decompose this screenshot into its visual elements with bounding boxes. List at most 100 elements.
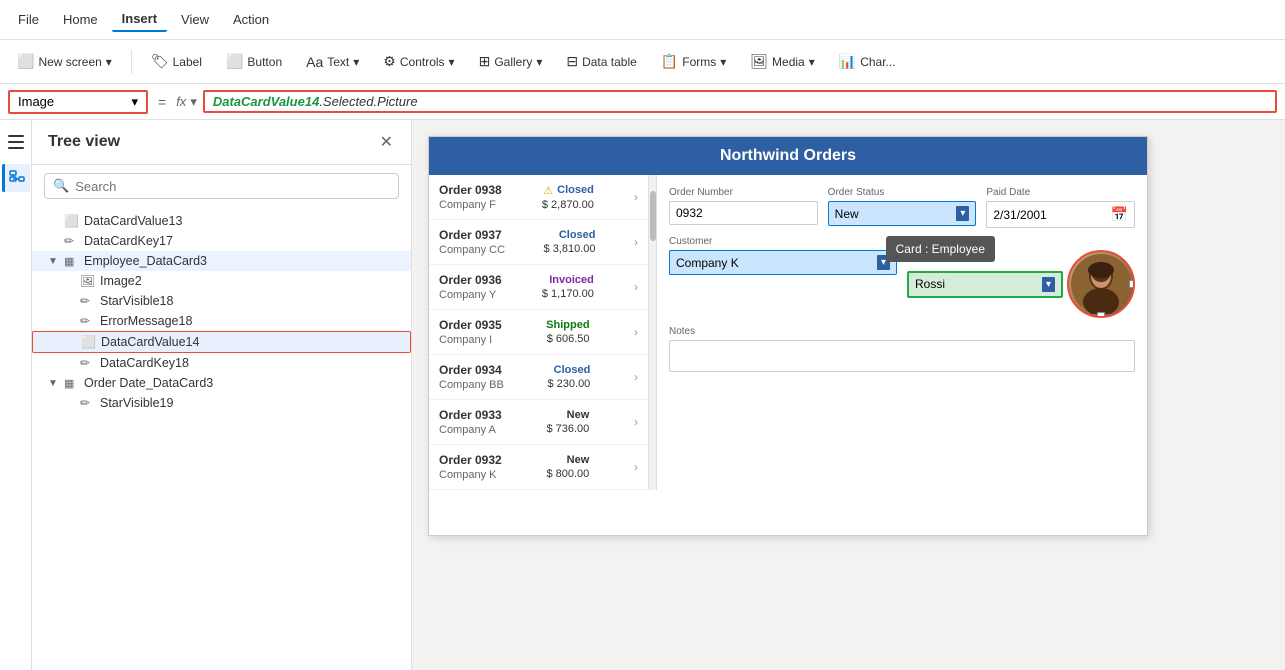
order-item-0934[interactable]: Order 0934 Company BB Closed $ 230.00 › <box>429 355 648 400</box>
gallery-button[interactable]: ⊞ Gallery ▾ <box>470 48 552 75</box>
text-icon: Aa <box>306 54 323 70</box>
scrollbar-thumb <box>650 191 656 241</box>
property-selector[interactable]: Image ▾ <box>8 90 148 114</box>
formula-part2: .Selected.Picture <box>319 94 417 109</box>
media-button[interactable]: 🖼 Media ▾ <box>741 48 824 75</box>
customer-field: Customer Company K ▾ <box>669 236 897 318</box>
text-button[interactable]: Aa Text ▾ <box>297 49 368 75</box>
selection-handle-bm <box>1097 312 1105 318</box>
order-status-select[interactable]: New ▾ <box>828 201 977 226</box>
image2-icon: 🖼 <box>80 274 96 288</box>
controls-icon: ⚙ <box>383 53 396 70</box>
menu-action[interactable]: Action <box>223 8 279 31</box>
employee-datacard3-label: Employee_DataCard3 <box>84 254 207 268</box>
chart-icon: 📊 <box>839 53 856 70</box>
menu-home[interactable]: Home <box>53 8 108 31</box>
gallery-icon: ⊞ <box>479 53 491 70</box>
tree-search-container: 🔍 <box>44 173 399 199</box>
tree-view-title: Tree view <box>48 133 120 151</box>
tree-search-input[interactable] <box>75 179 390 194</box>
data-table-button[interactable]: ⊟ Data table <box>557 48 645 75</box>
tree-close-button[interactable]: ✕ <box>378 130 395 154</box>
chevron-icon: › <box>634 325 638 339</box>
chart-button[interactable]: 📊 Char... <box>830 48 905 75</box>
app-body: Order 0938 Company F ⚠ Closed $ 2,870.00… <box>429 175 1147 490</box>
employee-select[interactable]: Rossi ▾ <box>907 271 1063 298</box>
list-scrollbar[interactable] <box>649 175 657 490</box>
menu-view[interactable]: View <box>171 8 219 31</box>
paid-date-input[interactable]: 2/31/2001 📅 <box>986 201 1135 228</box>
tree-content: ⬜ DataCardValue13 ✏ DataCardKey17 ▼ ▦ Em… <box>32 207 411 670</box>
employee-datacard3-icon: ▦ <box>64 255 80 268</box>
chevron-down-icon-controls: ▾ <box>449 55 455 69</box>
app-title: Northwind Orders <box>429 137 1147 175</box>
selection-handle-tr <box>1129 250 1135 256</box>
employee-tooltip: Card : Employee <box>886 236 995 262</box>
datacardvalue13-icon: ⬜ <box>64 214 80 228</box>
warning-icon: ⚠ <box>543 184 553 197</box>
starvisible18-icon: ✏ <box>80 294 96 308</box>
chevron-down-icon-gallery: ▾ <box>536 55 542 69</box>
toolbar-separator-1 <box>131 50 132 74</box>
notes-field: Notes <box>669 326 1135 372</box>
chevron-icon: › <box>634 280 638 294</box>
order-item-0935[interactable]: Order 0935 Company I Shipped $ 606.50 › <box>429 310 648 355</box>
orders-list: Order 0938 Company F ⚠ Closed $ 2,870.00… <box>429 175 649 490</box>
tree-view-button[interactable] <box>2 164 30 192</box>
orderdate-datacard3-icon: ▦ <box>64 377 80 390</box>
paid-date-label: Paid Date <box>986 187 1135 198</box>
formula-expression[interactable]: DataCardValue14.Selected.Picture <box>203 90 1277 113</box>
tree-item-errormessage18[interactable]: ✏ ErrorMessage18 <box>32 311 411 331</box>
formula-bar: Image ▾ = fx ▾ DataCardValue14.Selected.… <box>0 84 1285 120</box>
equals-sign: = <box>154 94 170 110</box>
selection-handle-mr <box>1129 280 1135 288</box>
datacardvalue13-label: DataCardValue13 <box>84 214 182 228</box>
errormessage18-icon: ✏ <box>80 314 96 328</box>
expand-icon: ▼ <box>48 256 60 267</box>
chevron-icon: › <box>634 190 638 204</box>
chevron-down-icon-forms: ▾ <box>720 55 726 69</box>
employee-photo <box>1067 250 1135 318</box>
hamburger-menu-button[interactable] <box>2 128 30 156</box>
tree-item-image2[interactable]: 🖼 Image2 <box>32 271 411 291</box>
order-number-input[interactable]: 0932 <box>669 201 818 225</box>
tree-item-datacardvalue13[interactable]: ⬜ DataCardValue13 <box>32 211 411 231</box>
forms-button[interactable]: 📋 Forms ▾ <box>652 48 735 75</box>
chevron-icon: › <box>634 370 638 384</box>
order-item-0936[interactable]: Order 0936 Company Y Invoiced $ 1,170.00… <box>429 265 648 310</box>
chevron-down-icon-status: ▾ <box>956 206 969 221</box>
notes-input[interactable] <box>669 340 1135 372</box>
controls-button[interactable]: ⚙ Controls ▾ <box>374 48 463 75</box>
expand-icon-order: ▼ <box>48 378 60 389</box>
errormessage18-label: ErrorMessage18 <box>100 314 192 328</box>
tree-item-orderdate-datacard3[interactable]: ▼ ▦ Order Date_DataCard3 <box>32 373 411 393</box>
datacardvalue14-icon: ⬜ <box>81 335 97 349</box>
tree-item-starvisible19[interactable]: ✏ StarVisible19 <box>32 393 411 413</box>
calendar-icon: 📅 <box>1111 206 1128 223</box>
button-button[interactable]: ⬜ Button <box>217 48 291 75</box>
tree-item-employee-datacard3[interactable]: ▼ ▦ Employee_DataCard3 <box>32 251 411 271</box>
customer-select[interactable]: Company K ▾ <box>669 250 897 275</box>
search-icon: 🔍 <box>53 178 69 194</box>
label-button[interactable]: 🏷 Label <box>142 48 211 75</box>
starvisible19-label: StarVisible19 <box>100 396 173 410</box>
order-item-0937[interactable]: Order 0937 Company CC Closed $ 3,810.00 … <box>429 220 648 265</box>
chevron-down-icon-employee: ▾ <box>1042 277 1055 292</box>
canvas-area: Northwind Orders Order 0938 Company F ⚠ <box>412 120 1285 670</box>
detail-panel: Order Number 0932 Order Status New ▾ Pai… <box>657 175 1147 490</box>
datacardkey17-label: DataCardKey17 <box>84 234 173 248</box>
order-item-0933[interactable]: Order 0933 Company A New $ 736.00 › <box>429 400 648 445</box>
menu-file[interactable]: File <box>8 8 49 31</box>
order-item-0938[interactable]: Order 0938 Company F ⚠ Closed $ 2,870.00… <box>429 175 648 220</box>
employee-avatar-svg <box>1071 254 1131 314</box>
new-screen-button[interactable]: ⬜ New screen ▾ <box>8 48 121 75</box>
chevron-down-icon-text: ▾ <box>353 55 359 69</box>
order-item-0932[interactable]: Order 0932 Company K New $ 800.00 › <box>429 445 648 490</box>
fx-icon: fx <box>176 94 186 109</box>
tree-item-datacardvalue14[interactable]: ⬜ DataCardValue14 <box>32 331 411 353</box>
tree-item-datacardkey17[interactable]: ✏ DataCardKey17 <box>32 231 411 251</box>
chevron-icon: › <box>634 415 638 429</box>
tree-item-datacardkey18[interactable]: ✏ DataCardKey18 <box>32 353 411 373</box>
tree-item-starvisible18[interactable]: ✏ StarVisible18 <box>32 291 411 311</box>
menu-insert[interactable]: Insert <box>112 7 167 32</box>
